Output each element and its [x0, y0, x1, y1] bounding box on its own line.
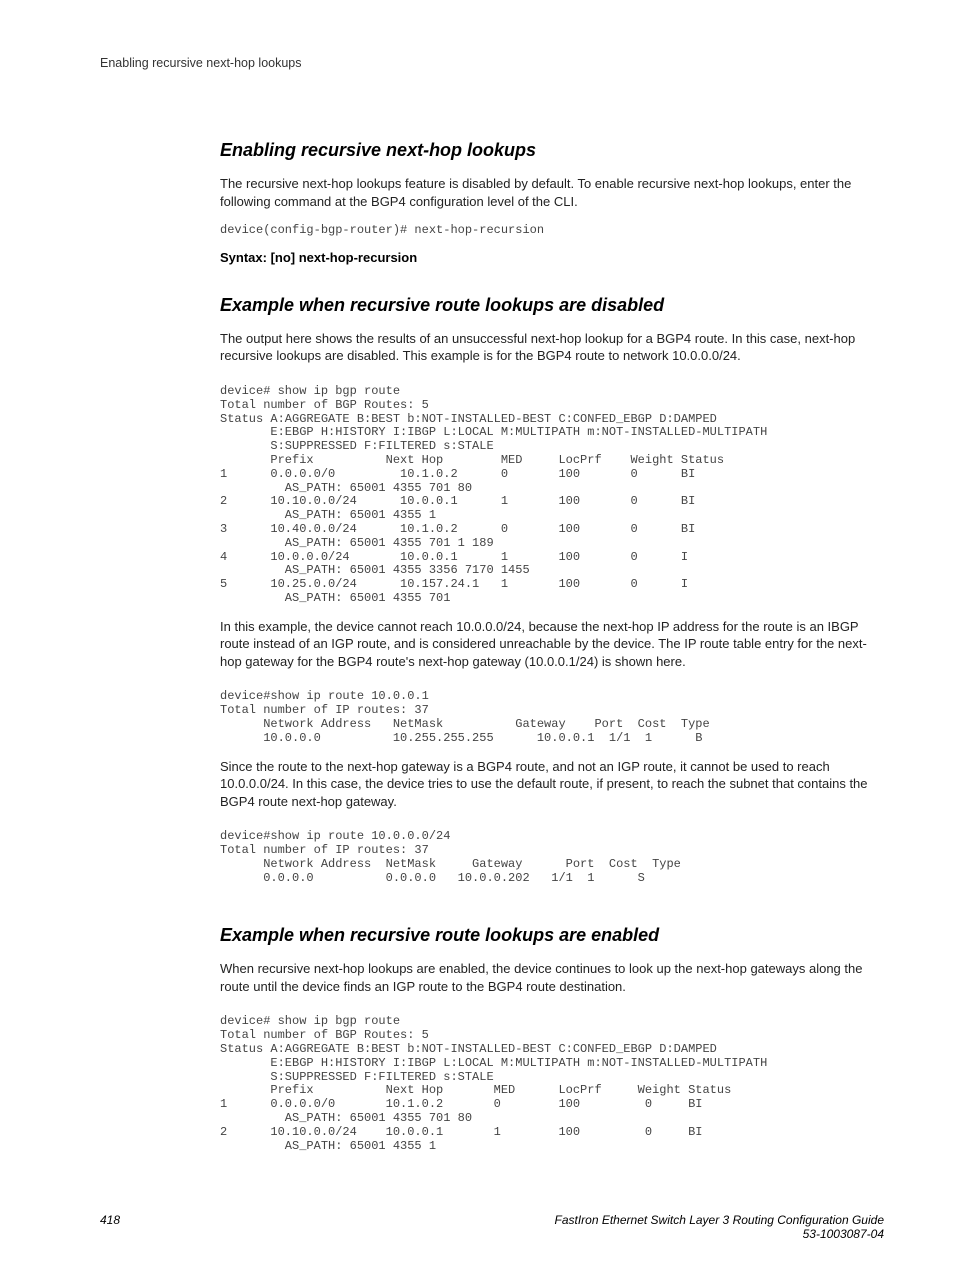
footer-doc-number: 53-1003087-04 — [554, 1227, 884, 1241]
heading-enabling-recursive: Enabling recursive next-hop lookups — [220, 140, 884, 161]
code-bgp-route-enabled: device# show ip bgp route Total number o… — [220, 1015, 884, 1153]
para-enabled-intro: When recursive next-hop lookups are enab… — [220, 960, 884, 995]
footer-guide-title: FastIron Ethernet Switch Layer 3 Routing… — [554, 1213, 884, 1227]
running-header: Enabling recursive next-hop lookups — [100, 56, 884, 70]
heading-example-enabled: Example when recursive route lookups are… — [220, 925, 884, 946]
syntax-line: Syntax: [no] next-hop-recursion — [220, 250, 884, 265]
page-number: 418 — [100, 1213, 120, 1241]
para-disabled-explain1: In this example, the device cannot reach… — [220, 618, 884, 671]
heading-example-disabled: Example when recursive route lookups are… — [220, 295, 884, 316]
para-disabled-intro: The output here shows the results of an … — [220, 330, 884, 365]
code-ip-route-1: device#show ip route 10.0.0.1 Total numb… — [220, 690, 884, 745]
para-disabled-explain2: Since the route to the next-hop gateway … — [220, 758, 884, 811]
code-enable-command: device(config-bgp-router)# next-hop-recu… — [220, 224, 884, 238]
code-bgp-route-disabled: device# show ip bgp route Total number o… — [220, 385, 884, 606]
code-ip-route-2: device#show ip route 10.0.0.0/24 Total n… — [220, 830, 884, 885]
para-enabling-intro: The recursive next-hop lookups feature i… — [220, 175, 884, 210]
